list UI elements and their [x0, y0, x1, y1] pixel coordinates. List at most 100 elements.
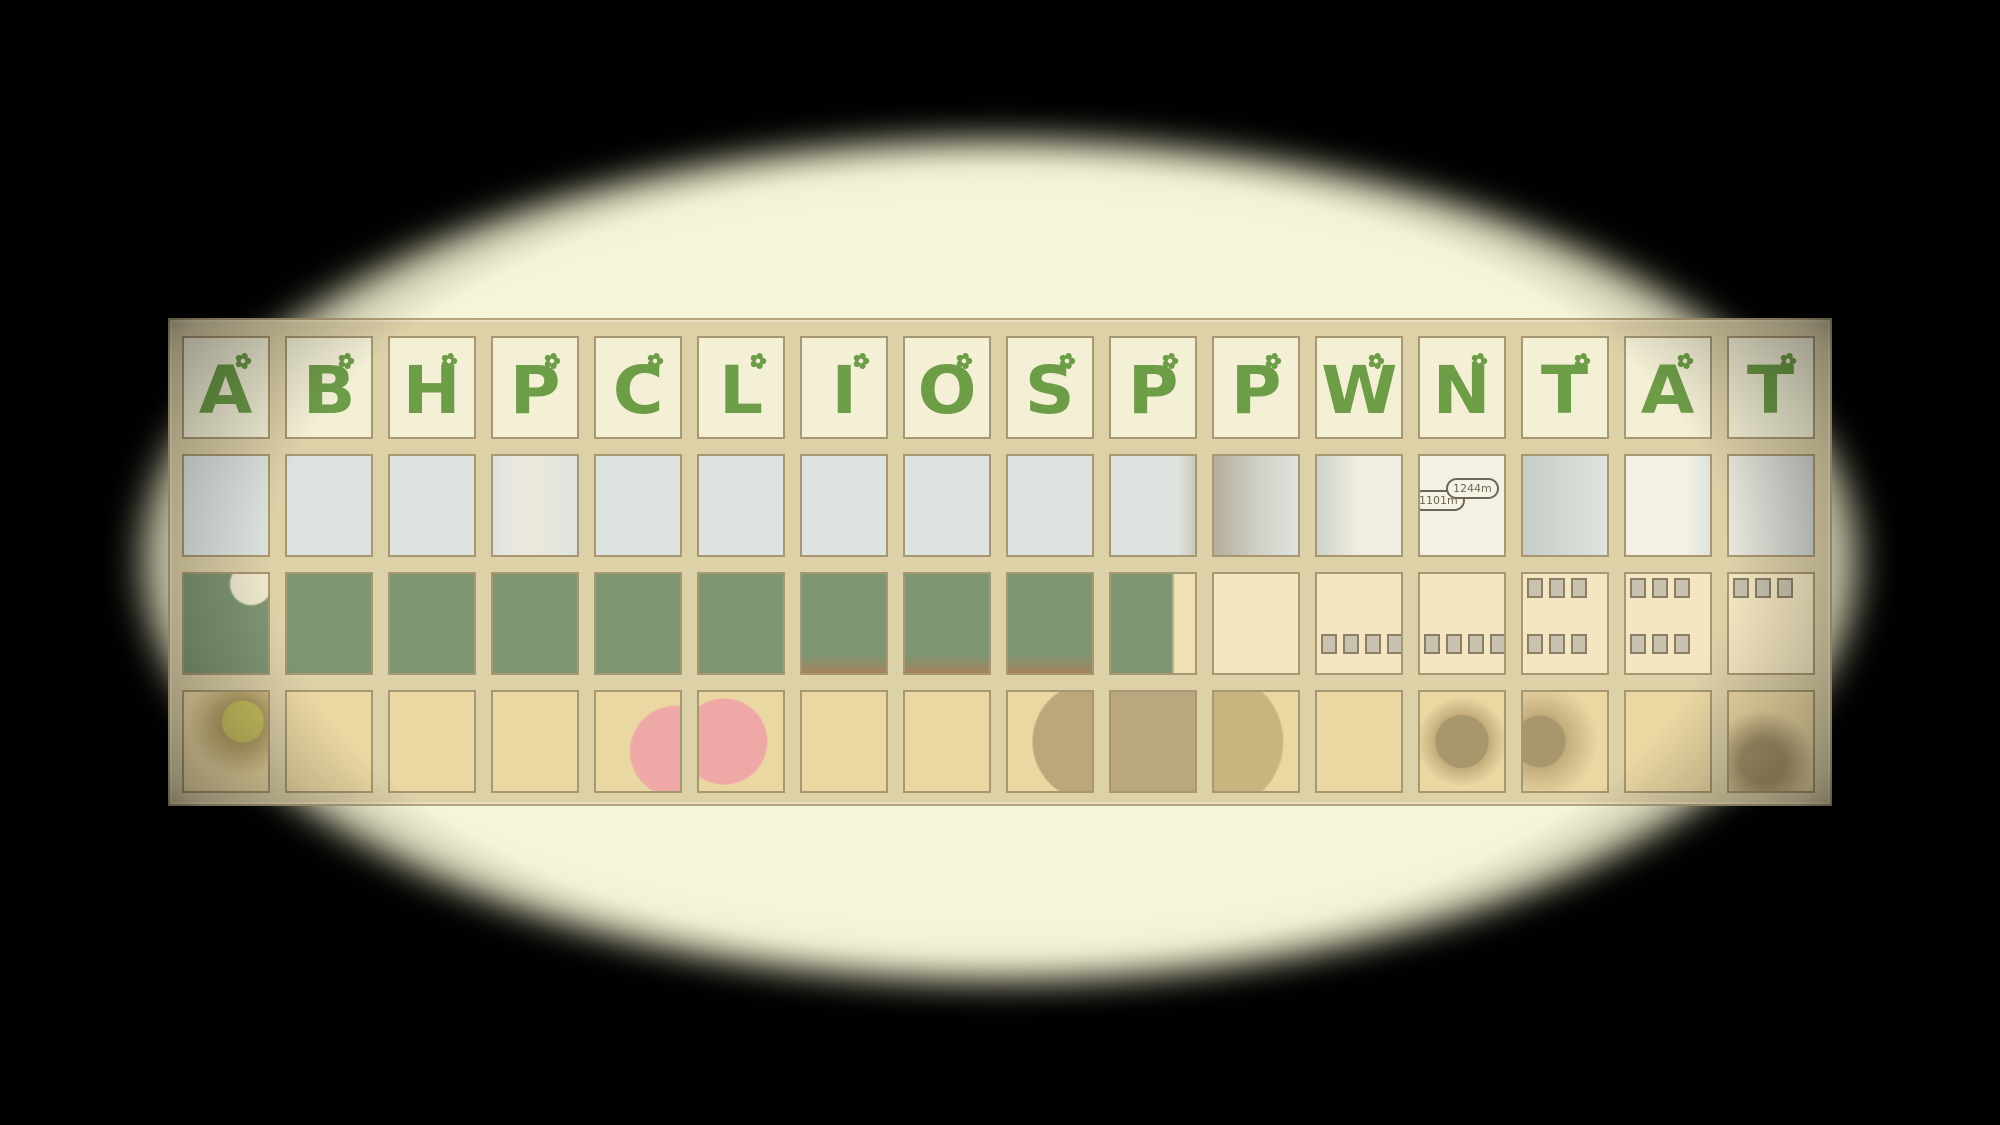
- picture-tile[interactable]: [1521, 690, 1609, 793]
- picture-tile[interactable]: [1624, 690, 1712, 793]
- picture-tile[interactable]: [1006, 454, 1094, 557]
- flower-petal: [1374, 362, 1381, 369]
- ruler-mark: [1549, 578, 1565, 598]
- letter-tile[interactable]: S: [1006, 336, 1094, 439]
- ruler-tile[interactable]: [1418, 572, 1506, 675]
- flower-center: [1476, 358, 1482, 364]
- ruler-tile[interactable]: [1521, 572, 1609, 675]
- picture-tile[interactable]: [697, 572, 785, 675]
- picture-tile[interactable]: [285, 572, 373, 675]
- flower-center: [755, 358, 761, 364]
- picture-tile[interactable]: [903, 572, 991, 675]
- ruler-mark: [1527, 578, 1543, 598]
- letter-tile[interactable]: P: [491, 336, 579, 439]
- flower-petal: [241, 353, 248, 360]
- picture-tile[interactable]: [800, 572, 888, 675]
- picture-tile[interactable]: [903, 690, 991, 793]
- flower-icon: [1471, 353, 1488, 369]
- ruler-tile[interactable]: [1624, 572, 1712, 675]
- picture-tile[interactable]: [1212, 454, 1300, 557]
- picture-tile[interactable]: [1212, 572, 1300, 675]
- picture-tile[interactable]: [388, 690, 476, 793]
- picture-tile[interactable]: [182, 690, 270, 793]
- flower-icon: [441, 353, 458, 369]
- picture-tile[interactable]: [1109, 690, 1197, 793]
- picture-tile[interactable]: [491, 572, 579, 675]
- letter-tile[interactable]: L: [697, 336, 785, 439]
- flower-center: [1579, 358, 1585, 364]
- picture-tile[interactable]: [594, 454, 682, 557]
- picture-tile[interactable]: [388, 454, 476, 557]
- picture-tile[interactable]: [285, 690, 373, 793]
- picture-tile[interactable]: [1727, 690, 1815, 793]
- picture-tile[interactable]: [1212, 690, 1300, 793]
- flower-center: [1064, 358, 1070, 364]
- picture-tile[interactable]: [1109, 572, 1197, 675]
- letter-tile[interactable]: A: [182, 336, 270, 439]
- ruler-tile[interactable]: [1315, 572, 1403, 675]
- picture-tile[interactable]: [903, 454, 991, 557]
- flower-icon: [544, 353, 561, 369]
- picture-tile[interactable]: [697, 454, 785, 557]
- flower-petal: [447, 353, 454, 360]
- flower-petal: [859, 362, 866, 369]
- picture-tile[interactable]: [182, 572, 270, 675]
- picture-tile[interactable]: [594, 690, 682, 793]
- letter-tile[interactable]: P: [1109, 336, 1197, 439]
- picture-tile[interactable]: [1109, 454, 1197, 557]
- letter-tile[interactable]: B: [285, 336, 373, 439]
- ruler-mark: [1365, 634, 1381, 654]
- picture-tile[interactable]: [594, 572, 682, 675]
- flower-petal: [1065, 353, 1072, 360]
- flower-petal: [1374, 353, 1381, 360]
- letter-tile[interactable]: H: [388, 336, 476, 439]
- game-scene: A B H P C L I O S P P W N T A T 1101m 12…: [0, 0, 2000, 1125]
- picture-tile[interactable]: [1727, 454, 1815, 557]
- flower-petal: [756, 362, 763, 369]
- picture-tile[interactable]: [1315, 690, 1403, 793]
- picture-tile[interactable]: [1006, 572, 1094, 675]
- ruler-mark: [1446, 634, 1462, 654]
- letter-tile[interactable]: T: [1727, 336, 1815, 439]
- ruler-mark: [1733, 578, 1749, 598]
- picture-tile[interactable]: [1315, 454, 1403, 557]
- picture-tile[interactable]: [1418, 690, 1506, 793]
- ruler-mark: [1777, 578, 1793, 598]
- picture-tile[interactable]: [697, 690, 785, 793]
- ruler-mark: [1571, 578, 1587, 598]
- flower-petal: [1786, 362, 1793, 369]
- letter-tile[interactable]: O: [903, 336, 991, 439]
- letter-tile[interactable]: A: [1624, 336, 1712, 439]
- flower-petal: [1065, 362, 1072, 369]
- ruler-mark: [1630, 634, 1646, 654]
- flower-petal: [1786, 353, 1793, 360]
- picture-tile[interactable]: [800, 690, 888, 793]
- picture-tile[interactable]: [491, 454, 579, 557]
- letter-tile[interactable]: I: [800, 336, 888, 439]
- flower-petal: [1580, 362, 1587, 369]
- flower-center: [652, 358, 658, 364]
- letter-tile[interactable]: W: [1315, 336, 1403, 439]
- picture-tile[interactable]: [1624, 454, 1712, 557]
- flower-petal: [447, 362, 454, 369]
- picture-tile[interactable]: [285, 454, 373, 557]
- picture-tile[interactable]: [1006, 690, 1094, 793]
- flower-petal: [344, 362, 351, 369]
- ruler-mark: [1674, 634, 1690, 654]
- picture-tile[interactable]: [800, 454, 888, 557]
- picture-tile[interactable]: [388, 572, 476, 675]
- ruler-tile[interactable]: [1727, 572, 1815, 675]
- picture-tile[interactable]: [1521, 454, 1609, 557]
- picture-tile[interactable]: [182, 454, 270, 557]
- map-tile[interactable]: 1101m 1244m: [1418, 454, 1506, 557]
- letter-tile[interactable]: T: [1521, 336, 1609, 439]
- flower-petal: [1580, 353, 1587, 360]
- flower-icon: [1368, 353, 1385, 369]
- letter-tile[interactable]: P: [1212, 336, 1300, 439]
- letter-tile[interactable]: C: [594, 336, 682, 439]
- flower-petal: [344, 353, 351, 360]
- letter-tile[interactable]: N: [1418, 336, 1506, 439]
- picture-tile[interactable]: [491, 690, 579, 793]
- ruler-mark: [1387, 634, 1401, 654]
- flower-icon: [1059, 353, 1076, 369]
